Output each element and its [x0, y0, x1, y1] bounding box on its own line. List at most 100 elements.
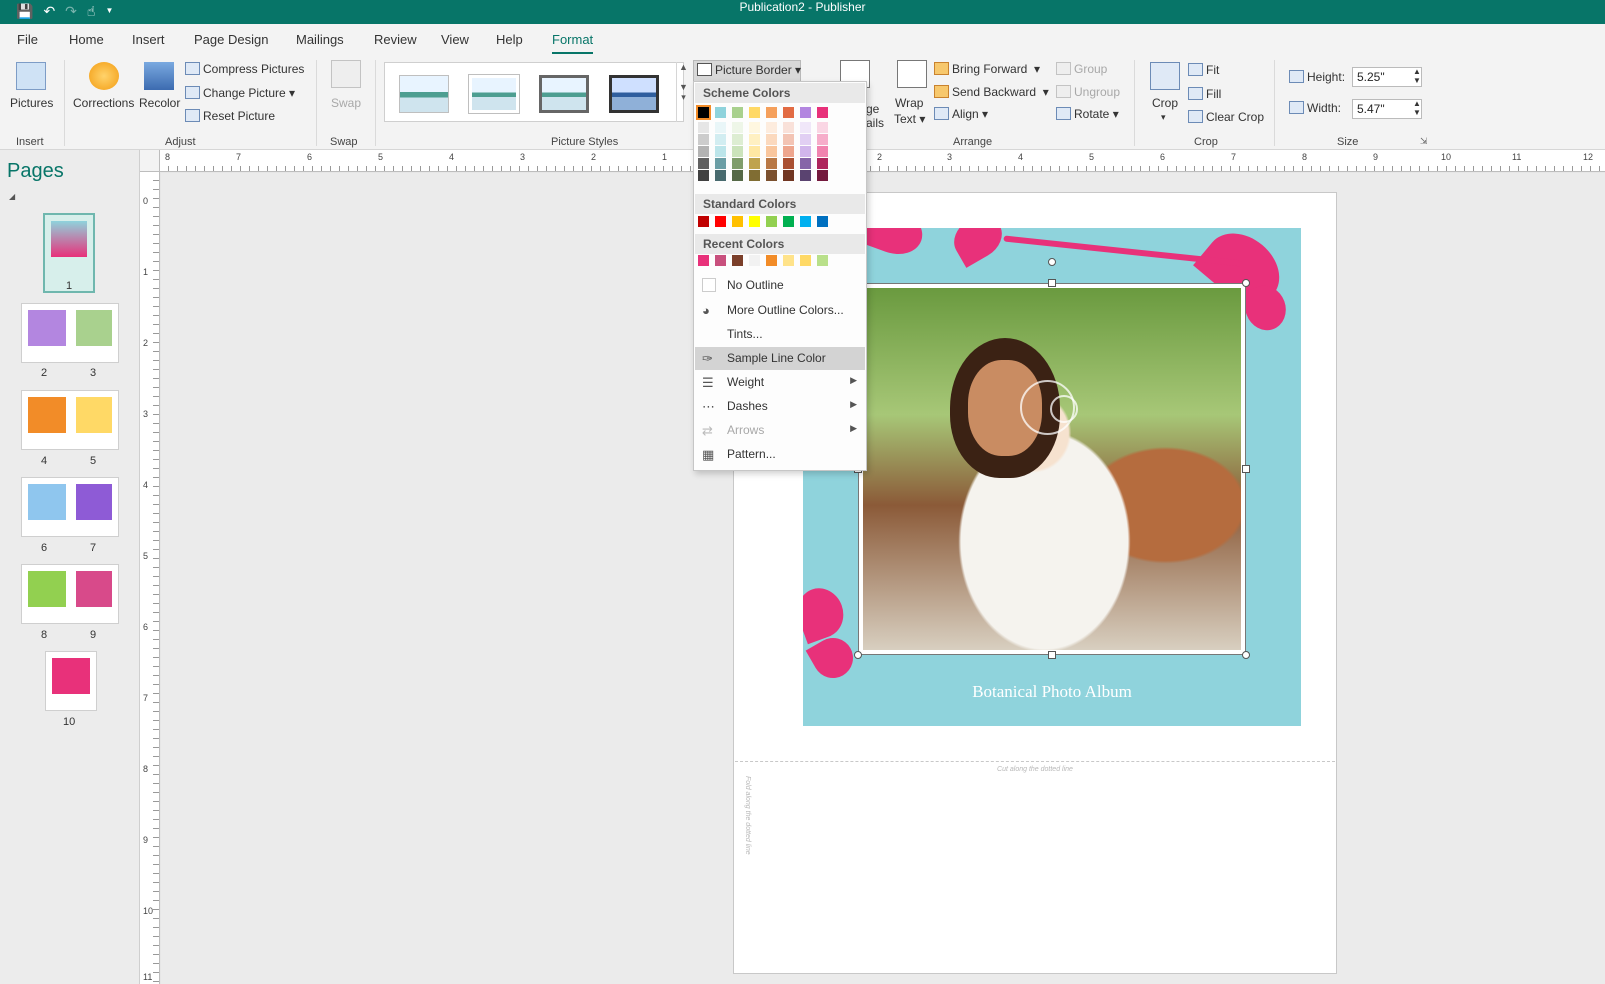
- color-shade-swatch[interactable]: [766, 158, 777, 169]
- color-shade-swatch[interactable]: [698, 170, 709, 181]
- color-shade-swatch[interactable]: [800, 122, 811, 133]
- crop-button[interactable]: Crop: [1152, 96, 1178, 110]
- page-thumbnail-6-7[interactable]: [21, 477, 119, 537]
- color-swatch[interactable]: [715, 216, 726, 227]
- color-swatch[interactable]: [766, 216, 777, 227]
- fit-button[interactable]: Fit: [1188, 63, 1219, 77]
- color-shade-swatch[interactable]: [732, 134, 743, 145]
- picture-style-4[interactable]: [609, 75, 659, 113]
- page-thumbnail-8-9[interactable]: [21, 564, 119, 624]
- resize-handle-e[interactable]: [1242, 465, 1250, 473]
- wrap-text-button[interactable]: Wrap: [895, 96, 923, 110]
- color-shade-swatch[interactable]: [800, 158, 811, 169]
- color-shade-swatch[interactable]: [766, 146, 777, 157]
- resize-handle-se[interactable]: [1242, 651, 1250, 659]
- color-shade-swatch[interactable]: [715, 146, 726, 157]
- rotate-handle[interactable]: [1048, 258, 1056, 266]
- tab-insert[interactable]: Insert: [132, 32, 165, 47]
- color-shade-swatch[interactable]: [766, 170, 777, 181]
- color-shade-swatch[interactable]: [698, 134, 709, 145]
- width-spinner[interactable]: ▲ ▼: [1413, 99, 1421, 117]
- tab-format[interactable]: Format: [552, 32, 594, 54]
- corrections-button[interactable]: Corrections: [73, 96, 134, 110]
- color-shade-swatch[interactable]: [800, 134, 811, 145]
- color-swatch[interactable]: [800, 255, 811, 266]
- resize-handle-sw[interactable]: [854, 651, 862, 659]
- resize-handle-s[interactable]: [1048, 651, 1056, 659]
- tab-view[interactable]: View: [441, 32, 469, 47]
- color-swatch[interactable]: [749, 107, 760, 118]
- fill-button[interactable]: Fill: [1188, 87, 1221, 101]
- compress-pictures-button[interactable]: Compress Pictures: [185, 62, 304, 76]
- color-shade-swatch[interactable]: [800, 170, 811, 181]
- rotate-button[interactable]: Rotate ▾: [1056, 107, 1119, 121]
- color-shade-swatch[interactable]: [732, 158, 743, 169]
- height-spinner[interactable]: ▲ ▼: [1413, 67, 1421, 85]
- change-picture-button[interactable]: Change Picture ▾: [185, 86, 295, 100]
- clear-crop-button[interactable]: Clear Crop: [1188, 110, 1264, 124]
- color-shade-swatch[interactable]: [732, 170, 743, 181]
- color-swatch[interactable]: [817, 216, 828, 227]
- color-shade-swatch[interactable]: [749, 134, 760, 145]
- color-shade-swatch[interactable]: [698, 158, 709, 169]
- color-shade-swatch[interactable]: [783, 146, 794, 157]
- pictures-button[interactable]: Pictures: [10, 96, 53, 110]
- color-shade-swatch[interactable]: [817, 122, 828, 133]
- color-shade-swatch[interactable]: [800, 146, 811, 157]
- color-shade-swatch[interactable]: [766, 134, 777, 145]
- dashes-item[interactable]: ⋯ Dashes ▶: [695, 395, 865, 418]
- resize-handle-ne[interactable]: [1242, 279, 1250, 287]
- color-swatch[interactable]: [696, 105, 711, 120]
- group-button[interactable]: Group: [1056, 62, 1107, 76]
- color-swatch[interactable]: [783, 216, 794, 227]
- sample-line-color-item[interactable]: ✑ Sample Line Color: [695, 347, 865, 370]
- color-swatch[interactable]: [766, 107, 777, 118]
- color-swatch[interactable]: [715, 255, 726, 266]
- color-swatch[interactable]: [800, 107, 811, 118]
- color-shade-swatch[interactable]: [698, 122, 709, 133]
- no-outline-item[interactable]: No Outline: [695, 274, 865, 297]
- page-thumbnail-10[interactable]: [45, 651, 97, 711]
- swap-button[interactable]: Swap: [331, 96, 361, 110]
- size-dialog-launcher-icon[interactable]: ⇲: [1420, 136, 1428, 147]
- color-shade-swatch[interactable]: [817, 146, 828, 157]
- color-shade-swatch[interactable]: [749, 122, 760, 133]
- tab-help[interactable]: Help: [496, 32, 523, 47]
- color-swatch[interactable]: [698, 216, 709, 227]
- color-swatch[interactable]: [749, 216, 760, 227]
- page-thumbnail-4-5[interactable]: [21, 390, 119, 450]
- page-thumbnail-2-3[interactable]: [21, 303, 119, 363]
- album-title[interactable]: Botanical Photo Album: [803, 682, 1301, 702]
- color-swatch[interactable]: [732, 107, 743, 118]
- vertical-ruler[interactable]: [140, 172, 160, 984]
- tints-item[interactable]: Tints...: [695, 323, 865, 346]
- crop-dropdown-arrow[interactable]: ▾: [1161, 112, 1166, 123]
- color-shade-swatch[interactable]: [749, 146, 760, 157]
- color-swatch[interactable]: [783, 255, 794, 266]
- picture-style-1[interactable]: [399, 75, 449, 113]
- arrows-item[interactable]: ⇄ Arrows ▶: [695, 419, 865, 442]
- tab-home[interactable]: Home: [69, 32, 104, 47]
- color-shade-swatch[interactable]: [783, 122, 794, 133]
- color-shade-swatch[interactable]: [715, 170, 726, 181]
- color-swatch[interactable]: [732, 255, 743, 266]
- color-swatch[interactable]: [817, 255, 828, 266]
- color-swatch[interactable]: [766, 255, 777, 266]
- color-shade-swatch[interactable]: [715, 134, 726, 145]
- color-shade-swatch[interactable]: [783, 134, 794, 145]
- picture-style-3[interactable]: [539, 75, 589, 113]
- color-shade-swatch[interactable]: [783, 158, 794, 169]
- captions-button[interactable]: ails: [866, 116, 884, 130]
- color-shade-swatch[interactable]: [732, 122, 743, 133]
- color-swatch[interactable]: [715, 107, 726, 118]
- color-shade-swatch[interactable]: [749, 170, 760, 181]
- reset-picture-button[interactable]: Reset Picture: [185, 109, 275, 123]
- more-outline-colors-item[interactable]: ◕ More Outline Colors...: [695, 299, 865, 322]
- color-shade-swatch[interactable]: [715, 122, 726, 133]
- color-shade-swatch[interactable]: [749, 158, 760, 169]
- pattern-item[interactable]: ▦ Pattern...: [695, 443, 865, 466]
- color-swatch[interactable]: [698, 255, 709, 266]
- width-input[interactable]: 5.47": [1352, 99, 1422, 119]
- send-backward-button[interactable]: Send Backward ▾: [934, 85, 1049, 99]
- horizontal-ruler[interactable]: [160, 150, 1605, 172]
